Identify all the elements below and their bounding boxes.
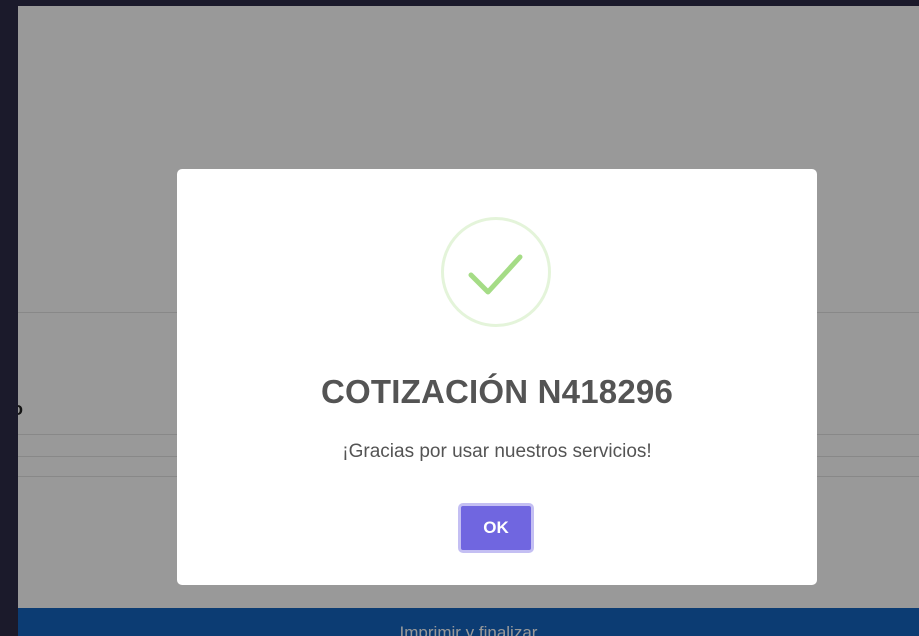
dialog-title: COTIZACIÓN N418296 — [320, 373, 674, 410]
ok-button[interactable]: OK — [458, 503, 534, 553]
window-left-frame — [0, 0, 18, 636]
dialog-message: ¡Gracias por usar nuestros servicios! — [342, 441, 652, 462]
page-background: o Imprimir y finalizar COTIZACIÓN N41829… — [18, 6, 919, 636]
success-dialog: COTIZACIÓN N418296 ¡Gracias por usar nue… — [177, 169, 817, 585]
success-check-icon — [441, 217, 551, 327]
